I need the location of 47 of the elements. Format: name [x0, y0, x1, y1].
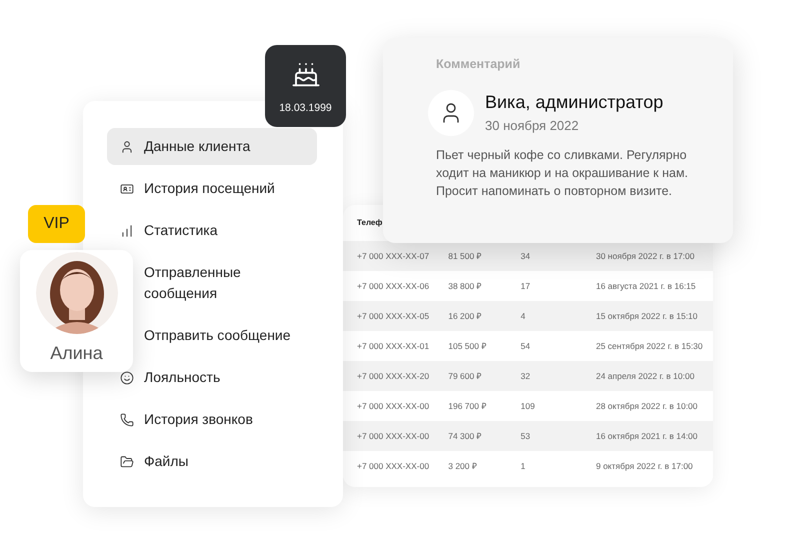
- table-cell-text: +7 000 XXX-XX-20: [357, 370, 430, 382]
- table-cell-text: 109: [520, 400, 536, 412]
- menu-item[interactable]: Данные клиента: [107, 128, 317, 165]
- author-name: Вика, администратор: [485, 90, 664, 112]
- table-cell-text: +7 000 XXX-XX-01: [357, 340, 430, 352]
- birthday-date: 18.03.1999: [279, 101, 332, 116]
- table-cell-text: +7 000 XXX-XX-07: [357, 250, 430, 262]
- table-cell-text: 17: [520, 280, 532, 292]
- table-cell-text: 34: [520, 250, 532, 262]
- table-cell-text: 1: [520, 460, 526, 472]
- table-cell-text: 28 октября 2022 г. в 10:00: [596, 400, 699, 412]
- vip-badge: VIP: [28, 205, 85, 243]
- table-cell-text: 15 октября 2022 г. в 15:10: [596, 310, 699, 322]
- table-cell-text: +7 000 XXX-XX-00: [357, 460, 430, 472]
- table-cell-text: 16 200 ₽: [448, 310, 483, 322]
- table-cell-text: 25 сентября 2022 г. в 15:30: [596, 340, 704, 352]
- smile-icon: [120, 370, 134, 384]
- table-cell-text: 30 ноября 2022 г. в 17:00: [596, 250, 696, 262]
- table-cell-text: 3 200 ₽: [448, 460, 478, 472]
- table-cell-text: 16 августа 2021 г. в 16:15: [596, 280, 697, 292]
- column-header: Телеф: [357, 217, 382, 229]
- table-cell-text: 9 октября 2022 г. в 17:00: [596, 460, 694, 472]
- table-cell-text: 53: [520, 430, 532, 442]
- phone-icon: [120, 412, 134, 426]
- table-cell-text: 24 апреля 2022 г. в 10:00: [596, 370, 696, 382]
- bar-chart-icon: [120, 224, 134, 238]
- folder-icon: [120, 454, 134, 468]
- table-cell-text: 16 октября 2021 г. в 14:00: [596, 430, 699, 442]
- table-cell-text: 196 700 ₽: [448, 400, 488, 412]
- comment-text: Пьет черный кофе со сливками. Регулярно ходит на маникюр и на окрашивание к нам. Просит напоминать о повторном визите.: [436, 146, 690, 200]
- table-cell-text: +7 000 XXX-XX-05: [357, 310, 430, 322]
- table-cell-text: 4: [520, 310, 526, 322]
- comment-date: 30 ноября 2022: [485, 116, 580, 135]
- table-cell-text: 81 500 ₽: [448, 250, 483, 262]
- table-cell-text: +7 000 XXX-XX-06: [357, 280, 430, 292]
- table-cell-text: +7 000 XXX-XX-00: [357, 400, 430, 412]
- client-name: Алина: [50, 342, 103, 365]
- table-cell-text: 105 500 ₽: [448, 340, 488, 352]
- id-card-icon: [120, 182, 134, 196]
- table-cell-text: 32: [520, 370, 532, 382]
- user-icon: [120, 140, 134, 154]
- comment-heading: Комментарий: [436, 56, 522, 73]
- table-cell-text: +7 000 XXX-XX-00: [357, 430, 430, 442]
- table-cell-text: 79 600 ₽: [448, 370, 483, 382]
- table-cell-text: 74 300 ₽: [448, 430, 483, 442]
- table-cell-text: 54: [520, 340, 532, 352]
- table-cell-text: 38 800 ₽: [448, 280, 483, 292]
